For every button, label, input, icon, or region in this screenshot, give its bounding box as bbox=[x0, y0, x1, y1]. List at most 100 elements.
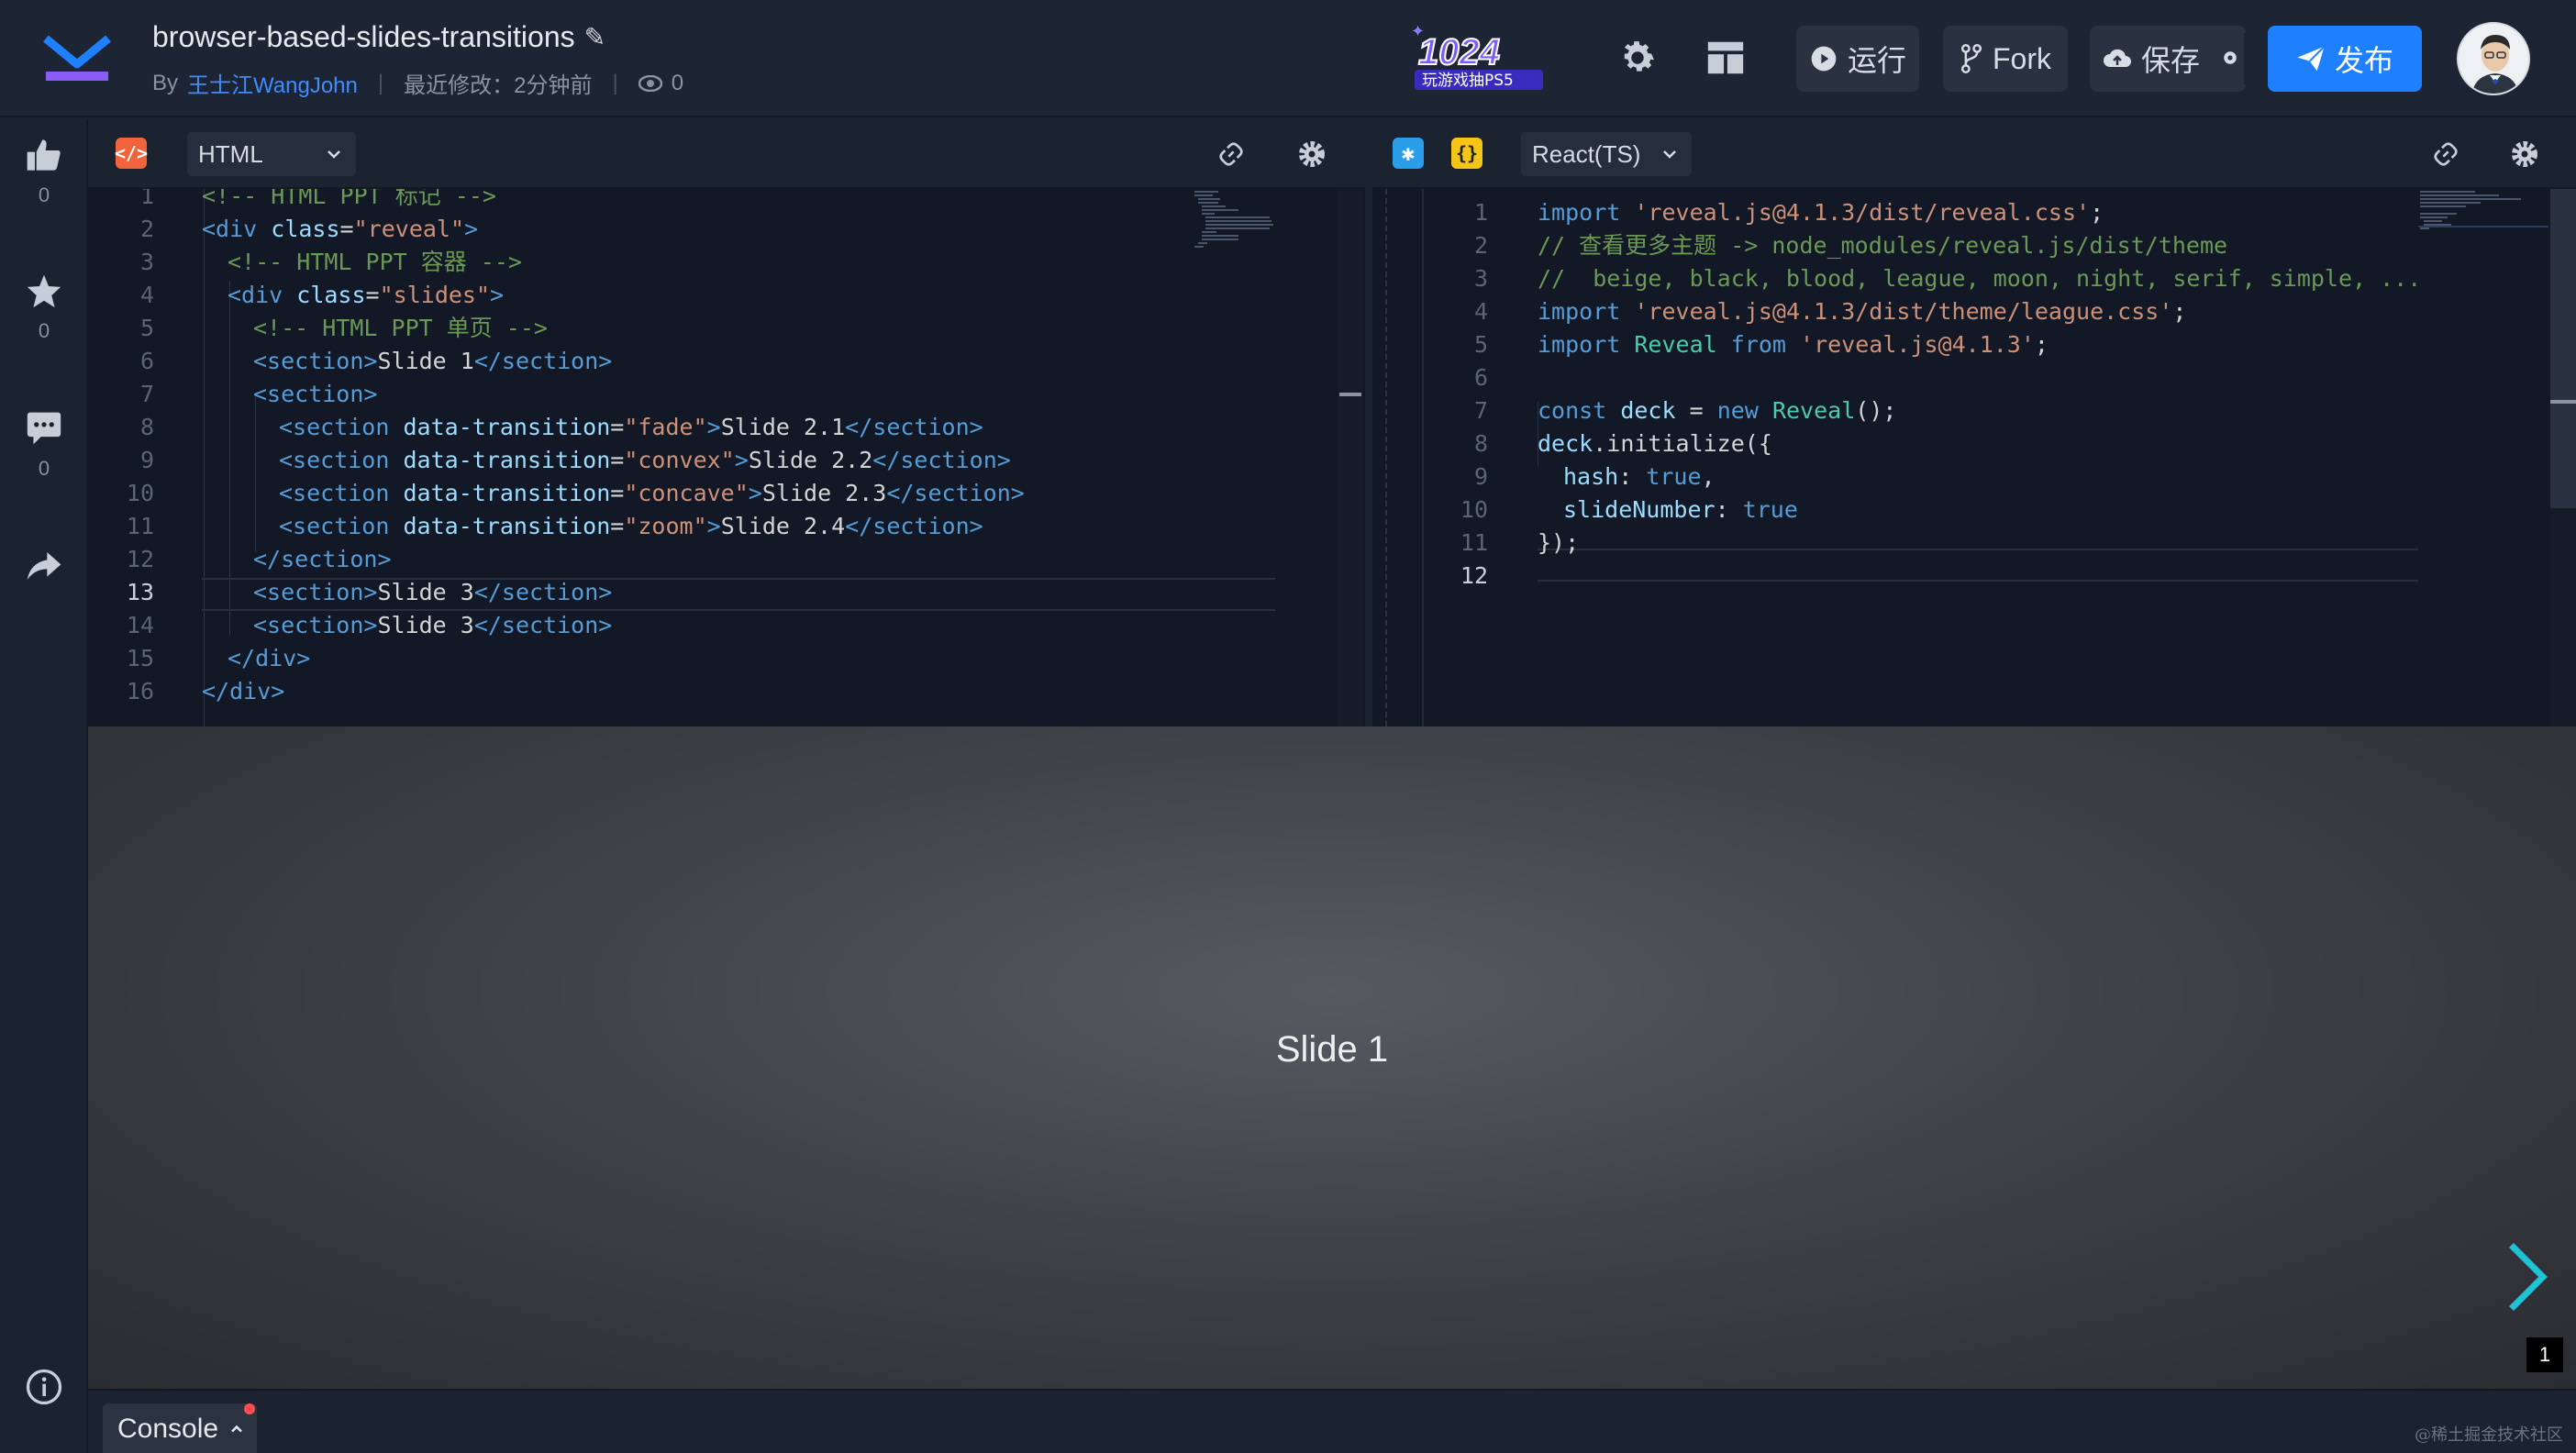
link-icon[interactable] bbox=[2431, 139, 2460, 169]
console-notification-dot bbox=[244, 1403, 255, 1414]
ts-editor-toolbar: ✱ {} React(TS) bbox=[1372, 119, 2576, 189]
thumbs-up-icon bbox=[27, 139, 61, 171]
fork-button[interactable]: Fork bbox=[1943, 26, 2068, 92]
code-line: 10 slideNumber: true bbox=[1460, 496, 1798, 523]
code-line: 2 <div class="reveal"> bbox=[139, 216, 479, 242]
settings-gear-icon[interactable] bbox=[1616, 37, 1659, 79]
editor-settings-icon[interactable] bbox=[1297, 139, 1327, 169]
project-title-text: browser-based-slides-transitions bbox=[152, 20, 575, 53]
share-icon bbox=[27, 552, 61, 580]
layout-icon[interactable] bbox=[1704, 37, 1747, 79]
star-icon bbox=[27, 274, 61, 308]
code-line: 16 </div> bbox=[126, 678, 285, 704]
project-title[interactable]: browser-based-slides-transitions ✎ bbox=[152, 20, 683, 54]
chevron-down-icon bbox=[1663, 150, 1676, 159]
info-button[interactable] bbox=[0, 1369, 88, 1405]
ts-language-select[interactable]: React(TS) bbox=[1521, 132, 1692, 176]
console-toggle-button[interactable]: Console bbox=[103, 1403, 257, 1453]
ts-editor-scrollbar[interactable] bbox=[2550, 189, 2576, 726]
code-minimap[interactable] bbox=[1191, 189, 1301, 253]
code-line: 14 <section>Slide 3</section> bbox=[126, 612, 613, 638]
save-settings-icon[interactable] bbox=[2222, 50, 2238, 66]
pane-splitter[interactable] bbox=[1365, 119, 1372, 726]
star-count: 0 bbox=[38, 319, 50, 342]
event-banner-logo[interactable]: ✦ 1024 玩游戏抽PS5 bbox=[1402, 26, 1552, 92]
logo-icon[interactable] bbox=[40, 28, 114, 86]
slide-number: 1 bbox=[2526, 1337, 2563, 1372]
by-label: By bbox=[152, 70, 179, 95]
preprocessor-icon[interactable]: ✱ bbox=[1393, 138, 1424, 169]
run-button[interactable]: 运行 bbox=[1796, 26, 1919, 92]
publish-label: 发布 bbox=[2334, 44, 2393, 77]
watermark: @稀土掘金技术社区 bbox=[2415, 1425, 2563, 1445]
code-line: 12 bbox=[1460, 562, 1488, 589]
fork-label: Fork bbox=[1993, 41, 2051, 75]
code-line: 12 </section> bbox=[126, 546, 392, 572]
author-link[interactable]: 王士江WangJohn bbox=[187, 67, 358, 99]
code-line: 7 const deck = new Reveal(); bbox=[1473, 397, 1897, 424]
user-avatar[interactable] bbox=[2457, 22, 2530, 95]
like-button[interactable]: 0 bbox=[0, 138, 88, 207]
meta-divider: | bbox=[377, 70, 384, 95]
html-editor-pane: </> HTML 1 <!-- HTML PPT 标记 --> 2 <div cla… bbox=[88, 119, 1365, 726]
like-count: 0 bbox=[38, 183, 50, 206]
code-line: 1 <!-- HTML PPT 标记 --> bbox=[139, 189, 496, 209]
edit-pencil-icon[interactable]: ✎ bbox=[584, 22, 605, 52]
code-line: 3 <!-- HTML PPT 容器 --> bbox=[139, 249, 522, 275]
ts-braces-icon: {} bbox=[1451, 138, 1482, 169]
svg-text:玩游戏抽PS5: 玩游戏抽PS5 bbox=[1422, 72, 1514, 90]
comment-count: 0 bbox=[38, 457, 50, 480]
save-divider bbox=[2244, 33, 2246, 84]
html-language-select[interactable]: HTML bbox=[187, 132, 356, 176]
last-modified: 最近修改：2分钟前 bbox=[404, 73, 593, 98]
star-button[interactable]: 0 bbox=[0, 273, 88, 343]
editor-settings-icon[interactable] bbox=[2510, 139, 2539, 169]
play-icon bbox=[1811, 46, 1837, 72]
info-icon bbox=[26, 1369, 62, 1405]
code-line: 1 import 'reveal.js@4.1.3/dist/reveal.css… bbox=[1473, 199, 2104, 226]
html-editor-toolbar: </> HTML bbox=[88, 119, 1365, 189]
code-minimap[interactable] bbox=[2418, 189, 2528, 253]
code-line: 4 <div class="slides"> bbox=[139, 282, 505, 308]
view-count: 0 bbox=[671, 70, 684, 95]
slide-preview[interactable]: Slide 1 1 bbox=[88, 726, 2576, 1389]
project-title-area: browser-based-slides-transitions ✎ By 王士… bbox=[152, 20, 683, 99]
code-line: 2// 查看更多主题 -> node_modules/reveal.js/dis… bbox=[1473, 232, 2228, 259]
avatar-image bbox=[2459, 24, 2528, 94]
fork-icon bbox=[1960, 44, 1982, 73]
project-meta: By 王士江WangJohn | 最近修改：2分钟前 | 0 bbox=[152, 67, 683, 99]
paper-plane-icon bbox=[2297, 45, 2326, 72]
svg-text:1024: 1024 bbox=[1418, 32, 1500, 72]
code-line: 6 <section>Slide 1</section> bbox=[139, 348, 613, 374]
html-code-icon: </> bbox=[115, 138, 148, 169]
publish-button[interactable]: 发布 bbox=[2268, 26, 2422, 92]
ts-language-value: React(TS) bbox=[1532, 139, 1641, 168]
code-line: 6 bbox=[1473, 364, 1488, 391]
slide-title: Slide 1 bbox=[1275, 1029, 1389, 1070]
eye-icon bbox=[638, 74, 662, 92]
html-language-value: HTML bbox=[198, 139, 263, 168]
ts-code-area[interactable]: 1 import 'reveal.js@4.1.3/dist/reveal.css… bbox=[1372, 189, 2576, 726]
chevron-up-icon bbox=[231, 1425, 242, 1433]
code-line: 8 deck.initialize({ bbox=[1473, 430, 1772, 457]
link-icon[interactable] bbox=[1216, 139, 1246, 169]
run-label: 运行 bbox=[1847, 44, 1906, 77]
left-sidebar: 0 0 0 bbox=[0, 119, 88, 1453]
share-button[interactable] bbox=[0, 550, 88, 582]
meta-divider: | bbox=[612, 70, 618, 95]
ts-editor-pane: ✱ {} React(TS) 1 import 'reveal.js@4.1.3/… bbox=[1372, 119, 2576, 726]
html-code-area[interactable]: 1 <!-- HTML PPT 标记 --> 2 <div class="revea… bbox=[88, 189, 1365, 726]
save-button[interactable]: 保存 bbox=[2090, 26, 2246, 92]
console-bar: Console @稀土掘金技术社区 bbox=[88, 1389, 2576, 1453]
code-line: 15 </div> bbox=[126, 645, 311, 671]
code-line: 5 import Reveal from 'reveal.js@4.1.3'; bbox=[1473, 331, 2049, 358]
code-line: 11}); bbox=[1460, 529, 1580, 556]
comment-button[interactable]: 0 bbox=[0, 411, 88, 481]
code-line: 9 hash: true, bbox=[1473, 463, 1715, 490]
html-editor-scrollbar[interactable] bbox=[1338, 189, 1363, 726]
code-line: 5 <!-- HTML PPT 单页 --> bbox=[139, 315, 548, 341]
code-line: 10 <section data-transition="concave">Sli… bbox=[126, 480, 1025, 506]
top-header: browser-based-slides-transitions ✎ By 王士… bbox=[0, 0, 2576, 117]
next-slide-arrow-icon[interactable] bbox=[2501, 1240, 2556, 1314]
comment-icon bbox=[27, 412, 61, 445]
